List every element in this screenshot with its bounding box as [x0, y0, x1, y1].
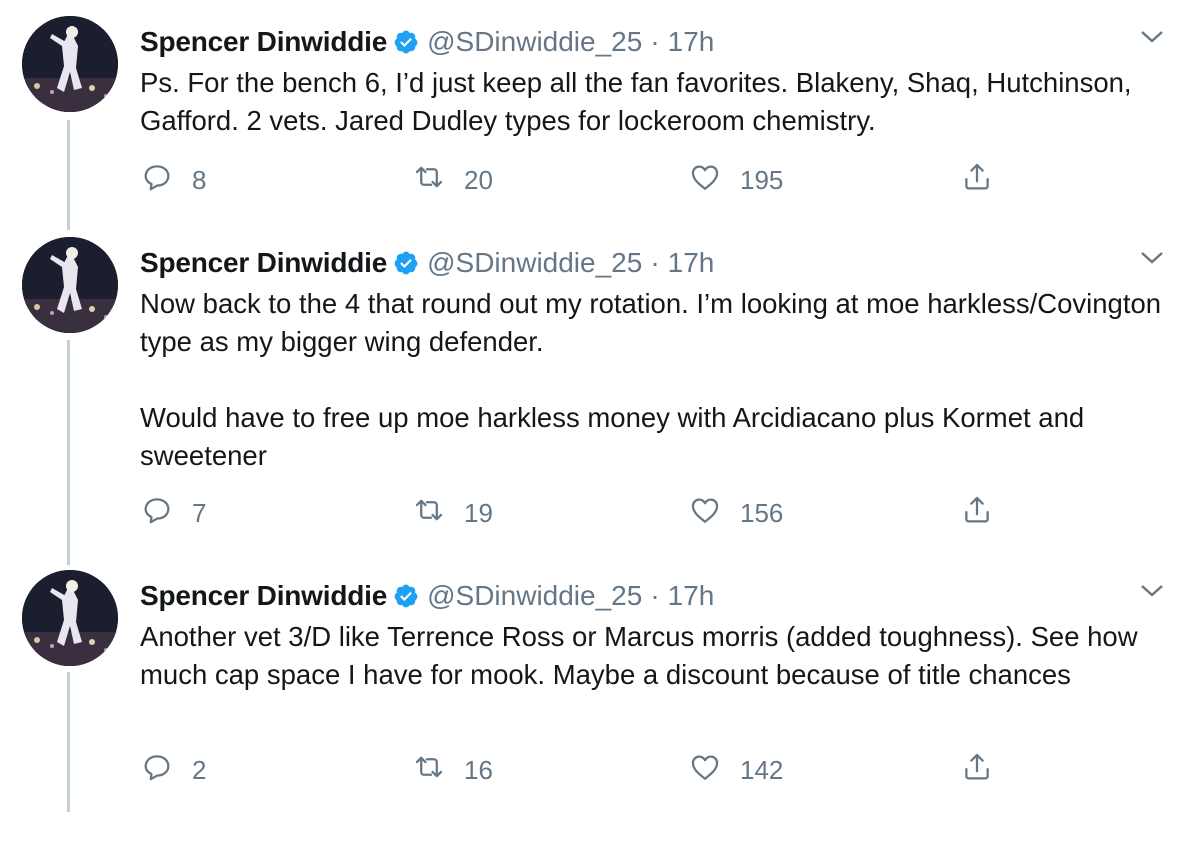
tweet[interactable]: Spencer Dinwiddie @SDinwiddie_25 · 17h A… — [0, 554, 1200, 824]
chevron-down-icon[interactable] — [1138, 28, 1166, 51]
tweet-actions: 2 16 142 — [140, 750, 1140, 790]
tweet-actions: 8 20 195 — [140, 160, 1140, 200]
retweet-count: 20 — [464, 164, 493, 195]
tweet-header: Spencer Dinwiddie @SDinwiddie_25 · 17h — [140, 22, 714, 62]
reply-button[interactable]: 2 — [140, 750, 206, 790]
tweet-actions: 7 19 156 — [140, 493, 1140, 533]
heart-icon — [688, 493, 740, 534]
reply-icon — [140, 160, 192, 201]
like-button[interactable]: 142 — [688, 750, 783, 790]
tweet-text: Now back to the 4 that round out my rota… — [140, 285, 1180, 475]
like-count: 142 — [740, 754, 784, 785]
tweet-paragraph: Another vet 3/D like Terrence Ross or Ma… — [140, 621, 1138, 690]
chevron-down-icon[interactable] — [1138, 249, 1166, 272]
retweet-icon — [412, 493, 464, 534]
tweet-text: Ps. For the bench 6, I’d just keep all t… — [140, 64, 1180, 140]
share-button[interactable] — [960, 750, 1012, 790]
tweet[interactable]: Spencer Dinwiddie @SDinwiddie_25 · 17h N… — [0, 221, 1200, 563]
reply-count: 8 — [192, 164, 207, 195]
like-button[interactable]: 156 — [688, 493, 783, 533]
like-button[interactable]: 195 — [688, 160, 783, 200]
tweet-header: Spencer Dinwiddie @SDinwiddie_25 · 17h — [140, 576, 714, 616]
retweet-button[interactable]: 16 — [412, 750, 493, 790]
like-count: 156 — [740, 497, 784, 528]
reply-count: 7 — [192, 497, 207, 528]
retweet-count: 19 — [464, 497, 493, 528]
avatar[interactable] — [22, 237, 118, 333]
user-handle[interactable]: @SDinwiddie_25 — [427, 580, 642, 612]
chevron-down-icon[interactable] — [1138, 582, 1166, 605]
verified-badge-icon — [393, 250, 419, 276]
timestamp[interactable]: 17h — [668, 247, 715, 279]
timestamp[interactable]: 17h — [668, 26, 715, 58]
share-icon — [960, 750, 1012, 791]
retweet-button[interactable]: 19 — [412, 493, 493, 533]
share-icon — [960, 493, 1012, 534]
avatar[interactable] — [22, 570, 118, 666]
separator-dot: · — [650, 247, 660, 278]
tweet-paragraph: Would have to free up moe harkless money… — [140, 402, 1085, 471]
like-count: 195 — [740, 164, 784, 195]
user-handle[interactable]: @SDinwiddie_25 — [427, 26, 642, 58]
share-button[interactable] — [960, 160, 1012, 200]
separator-dot: · — [650, 26, 660, 57]
verified-badge-icon — [393, 583, 419, 609]
reply-button[interactable]: 8 — [140, 160, 206, 200]
heart-icon — [688, 750, 740, 791]
tweet-text: Another vet 3/D like Terrence Ross or Ma… — [140, 618, 1180, 694]
separator-dot: · — [650, 580, 660, 611]
share-button[interactable] — [960, 493, 1012, 533]
tweet[interactable]: Spencer Dinwiddie @SDinwiddie_25 · 17h P… — [0, 0, 1200, 228]
verified-badge-icon — [393, 29, 419, 55]
timestamp[interactable]: 17h — [668, 580, 715, 612]
retweet-button[interactable]: 20 — [412, 160, 493, 200]
retweet-icon — [412, 160, 464, 201]
display-name[interactable]: Spencer Dinwiddie — [140, 26, 387, 58]
tweet-paragraph: Ps. For the bench 6, I’d just keep all t… — [140, 67, 1132, 136]
display-name[interactable]: Spencer Dinwiddie — [140, 247, 387, 279]
share-icon — [960, 160, 1012, 201]
tweet-paragraph: Now back to the 4 that round out my rota… — [140, 288, 1162, 357]
retweet-icon — [412, 750, 464, 791]
avatar[interactable] — [22, 16, 118, 112]
reply-button[interactable]: 7 — [140, 493, 206, 533]
reply-count: 2 — [192, 754, 207, 785]
reply-icon — [140, 493, 192, 534]
heart-icon — [688, 160, 740, 201]
tweet-header: Spencer Dinwiddie @SDinwiddie_25 · 17h — [140, 243, 714, 283]
reply-icon — [140, 750, 192, 791]
user-handle[interactable]: @SDinwiddie_25 — [427, 247, 642, 279]
retweet-count: 16 — [464, 754, 493, 785]
display-name[interactable]: Spencer Dinwiddie — [140, 580, 387, 612]
